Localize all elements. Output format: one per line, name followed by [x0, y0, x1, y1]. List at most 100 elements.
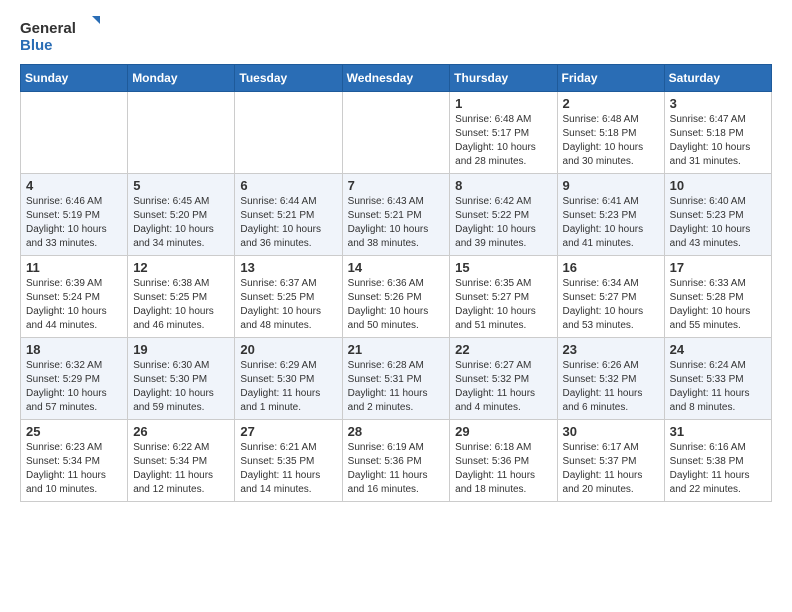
day-info: Sunrise: 6:47 AM Sunset: 5:18 PM Dayligh… [670, 113, 766, 169]
day-number: 3 [670, 96, 766, 111]
day-info: Sunrise: 6:42 AM Sunset: 5:22 PM Dayligh… [455, 195, 551, 251]
calendar-cell: 24 Sunrise: 6:24 AM Sunset: 5:33 PM Dayli… [664, 338, 771, 420]
col-header-friday: Friday [557, 65, 664, 92]
day-info: Sunrise: 6:23 AM Sunset: 5:34 PM Dayligh… [26, 441, 122, 497]
calendar-cell: 2 Sunrise: 6:48 AM Sunset: 5:18 PM Daylig… [557, 92, 664, 174]
day-number: 5 [133, 178, 229, 193]
calendar-cell: 17 Sunrise: 6:33 AM Sunset: 5:28 PM Dayli… [664, 256, 771, 338]
day-info: Sunrise: 6:28 AM Sunset: 5:31 PM Dayligh… [348, 359, 445, 415]
col-header-thursday: Thursday [450, 65, 557, 92]
day-number: 4 [26, 178, 122, 193]
day-info: Sunrise: 6:41 AM Sunset: 5:23 PM Dayligh… [563, 195, 659, 251]
calendar-cell: 15Sunrise: 6:35 AM Sunset: 5:27 PM Dayli… [450, 256, 557, 338]
day-number: 6 [240, 178, 336, 193]
day-info: Sunrise: 6:26 AM Sunset: 5:32 PM Dayligh… [563, 359, 659, 415]
day-info: Sunrise: 6:39 AM Sunset: 5:24 PM Dayligh… [26, 277, 122, 333]
calendar-cell: 13 Sunrise: 6:37 AM Sunset: 5:25 PM Dayli… [235, 256, 342, 338]
calendar-cell: 6 Sunrise: 6:44 AM Sunset: 5:21 PM Daylig… [235, 174, 342, 256]
day-number: 27 [240, 424, 336, 439]
svg-text:Blue: Blue [20, 37, 53, 54]
calendar-cell [235, 92, 342, 174]
day-info: Sunrise: 6:38 AM Sunset: 5:25 PM Dayligh… [133, 277, 229, 333]
calendar-week-row: 18 Sunrise: 6:32 AM Sunset: 5:29 PM Dayli… [21, 338, 772, 420]
day-info: Sunrise: 6:48 AM Sunset: 5:18 PM Dayligh… [563, 113, 659, 169]
day-info: Sunrise: 6:30 AM Sunset: 5:30 PM Dayligh… [133, 359, 229, 415]
day-number: 9 [563, 178, 659, 193]
day-number: 2 [563, 96, 659, 111]
calendar-cell: 29 Sunrise: 6:18 AM Sunset: 5:36 PM Dayli… [450, 420, 557, 502]
calendar-cell: 7 Sunrise: 6:43 AM Sunset: 5:21 PM Daylig… [342, 174, 450, 256]
calendar-cell: 20 Sunrise: 6:29 AM Sunset: 5:30 PM Dayli… [235, 338, 342, 420]
day-info: Sunrise: 6:32 AM Sunset: 5:29 PM Dayligh… [26, 359, 122, 415]
day-number: 8 [455, 178, 551, 193]
col-header-monday: Monday [128, 65, 235, 92]
day-number: 15 [455, 260, 551, 275]
svg-text:General: General [20, 20, 76, 37]
calendar-cell: 4 Sunrise: 6:46 AM Sunset: 5:19 PM Daylig… [21, 174, 128, 256]
day-number: 31 [670, 424, 766, 439]
logo: General Blue [20, 16, 100, 58]
day-info: Sunrise: 6:37 AM Sunset: 5:25 PM Dayligh… [240, 277, 336, 333]
calendar-cell: 9 Sunrise: 6:41 AM Sunset: 5:23 PM Daylig… [557, 174, 664, 256]
calendar-cell: 5 Sunrise: 6:45 AM Sunset: 5:20 PM Daylig… [128, 174, 235, 256]
day-info: Sunrise: 6:29 AM Sunset: 5:30 PM Dayligh… [240, 359, 336, 415]
day-number: 29 [455, 424, 551, 439]
calendar-cell: 14Sunrise: 6:36 AM Sunset: 5:26 PM Dayli… [342, 256, 450, 338]
day-number: 13 [240, 260, 336, 275]
day-info: Sunrise: 6:46 AM Sunset: 5:19 PM Dayligh… [26, 195, 122, 251]
day-number: 22 [455, 342, 551, 357]
day-number: 14 [348, 260, 445, 275]
day-number: 30 [563, 424, 659, 439]
calendar-week-row: 1Sunrise: 6:48 AM Sunset: 5:17 PM Daylig… [21, 92, 772, 174]
day-number: 19 [133, 342, 229, 357]
calendar-cell: 27Sunrise: 6:21 AM Sunset: 5:35 PM Dayli… [235, 420, 342, 502]
day-number: 21 [348, 342, 445, 357]
col-header-saturday: Saturday [664, 65, 771, 92]
calendar-cell: 26 Sunrise: 6:22 AM Sunset: 5:34 PM Dayli… [128, 420, 235, 502]
day-number: 12 [133, 260, 229, 275]
calendar-week-row: 25 Sunrise: 6:23 AM Sunset: 5:34 PM Dayli… [21, 420, 772, 502]
calendar-cell: 12 Sunrise: 6:38 AM Sunset: 5:25 PM Dayli… [128, 256, 235, 338]
day-number: 26 [133, 424, 229, 439]
day-info: Sunrise: 6:27 AM Sunset: 5:32 PM Dayligh… [455, 359, 551, 415]
day-info: Sunrise: 6:34 AM Sunset: 5:27 PM Dayligh… [563, 277, 659, 333]
col-header-tuesday: Tuesday [235, 65, 342, 92]
day-number: 28 [348, 424, 445, 439]
day-info: Sunrise: 6:33 AM Sunset: 5:28 PM Dayligh… [670, 277, 766, 333]
calendar-week-row: 11 Sunrise: 6:39 AM Sunset: 5:24 PM Dayli… [21, 256, 772, 338]
day-number: 20 [240, 342, 336, 357]
calendar-cell: 10 Sunrise: 6:40 AM Sunset: 5:23 PM Dayli… [664, 174, 771, 256]
calendar-table: SundayMondayTuesdayWednesdayThursdayFrid… [20, 64, 772, 502]
day-info: Sunrise: 6:17 AM Sunset: 5:37 PM Dayligh… [563, 441, 659, 497]
calendar-cell: 16Sunrise: 6:34 AM Sunset: 5:27 PM Dayli… [557, 256, 664, 338]
col-header-sunday: Sunday [21, 65, 128, 92]
col-header-wednesday: Wednesday [342, 65, 450, 92]
calendar-cell [342, 92, 450, 174]
calendar-cell: 3 Sunrise: 6:47 AM Sunset: 5:18 PM Daylig… [664, 92, 771, 174]
day-info: Sunrise: 6:45 AM Sunset: 5:20 PM Dayligh… [133, 195, 229, 251]
day-info: Sunrise: 6:19 AM Sunset: 5:36 PM Dayligh… [348, 441, 445, 497]
calendar-cell: 8 Sunrise: 6:42 AM Sunset: 5:22 PM Daylig… [450, 174, 557, 256]
day-number: 11 [26, 260, 122, 275]
day-number: 25 [26, 424, 122, 439]
day-info: Sunrise: 6:24 AM Sunset: 5:33 PM Dayligh… [670, 359, 766, 415]
day-number: 10 [670, 178, 766, 193]
day-info: Sunrise: 6:22 AM Sunset: 5:34 PM Dayligh… [133, 441, 229, 497]
day-number: 7 [348, 178, 445, 193]
calendar-cell: 25 Sunrise: 6:23 AM Sunset: 5:34 PM Dayli… [21, 420, 128, 502]
day-number: 17 [670, 260, 766, 275]
day-info: Sunrise: 6:16 AM Sunset: 5:38 PM Dayligh… [670, 441, 766, 497]
day-info: Sunrise: 6:18 AM Sunset: 5:36 PM Dayligh… [455, 441, 551, 497]
calendar-cell: 19 Sunrise: 6:30 AM Sunset: 5:30 PM Dayli… [128, 338, 235, 420]
day-info: Sunrise: 6:40 AM Sunset: 5:23 PM Dayligh… [670, 195, 766, 251]
calendar-cell [128, 92, 235, 174]
logo-svg: General Blue [20, 16, 100, 58]
calendar-week-row: 4 Sunrise: 6:46 AM Sunset: 5:19 PM Daylig… [21, 174, 772, 256]
calendar-cell: 1Sunrise: 6:48 AM Sunset: 5:17 PM Daylig… [450, 92, 557, 174]
header: General Blue [20, 16, 772, 58]
day-info: Sunrise: 6:43 AM Sunset: 5:21 PM Dayligh… [348, 195, 445, 251]
day-info: Sunrise: 6:44 AM Sunset: 5:21 PM Dayligh… [240, 195, 336, 251]
day-number: 18 [26, 342, 122, 357]
day-number: 1 [455, 96, 551, 111]
day-number: 24 [670, 342, 766, 357]
